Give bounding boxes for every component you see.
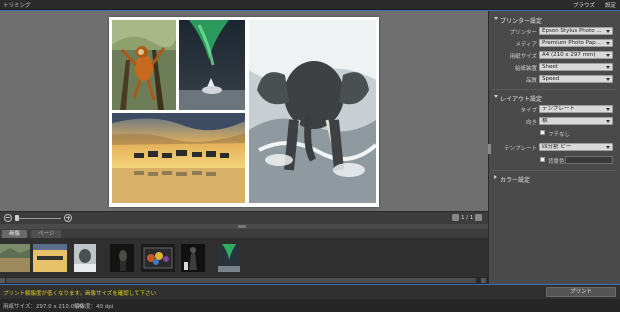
collapse-panel-handle[interactable] xyxy=(488,144,491,154)
paper-source-select[interactable]: Sheet xyxy=(539,63,613,71)
warning-bar: プリント解像度が低くなります。画像サイズを確認して下さい プリント xyxy=(0,285,620,299)
dropdown-arrow-icon xyxy=(606,108,610,111)
zoom-out-icon[interactable] xyxy=(4,214,12,222)
window-title: トリミング xyxy=(3,3,31,9)
thumbnail-flowers[interactable] xyxy=(141,244,175,272)
thumbnail-zebras[interactable] xyxy=(33,244,67,272)
thumbnail-elephant[interactable] xyxy=(74,244,96,272)
expand-triangle-icon[interactable] xyxy=(494,17,498,20)
dropdown-arrow-icon xyxy=(606,146,610,149)
scroll-left-icon[interactable] xyxy=(0,278,5,283)
type-label: タイプ xyxy=(520,108,537,114)
resolution-warning: プリント解像度が低くなります。画像サイズを確認して下さい xyxy=(3,291,157,297)
orientation-label: 向き xyxy=(525,120,537,126)
quality-label: 品質 xyxy=(525,78,537,84)
background-color-picker[interactable] xyxy=(565,156,613,164)
tab-bar: 画像 ページ xyxy=(0,229,488,238)
media-select[interactable]: Premium Photo Pap... xyxy=(539,39,613,47)
filmstrip-scrollbar[interactable] xyxy=(0,277,488,284)
paper-sheet xyxy=(109,17,379,207)
thumbnail-landscape[interactable] xyxy=(0,244,30,272)
thumbnail-aurora[interactable] xyxy=(218,244,240,272)
thumbnail-dark-portrait[interactable] xyxy=(110,244,134,272)
zoom-slider-thumb[interactable] xyxy=(15,215,20,221)
photo-zebras[interactable] xyxy=(112,113,245,203)
dropdown-arrow-icon xyxy=(606,30,610,33)
paper-size-info: 用紙サイズ：297.0 x 210.0 (A) xyxy=(3,304,84,310)
info-bar: 用紙サイズ：297.0 x 210.0 (A) 解像度：40 dpi xyxy=(0,299,620,312)
paper-size-label: 用紙サイズ xyxy=(509,54,537,60)
photo-elephant[interactable] xyxy=(249,20,376,203)
template-label: テンプレート xyxy=(504,146,537,152)
scroll-right-icon[interactable] xyxy=(481,278,486,283)
template-select[interactable]: 四分割 ピー xyxy=(539,143,613,151)
page-indicator: 1 / 1 xyxy=(461,214,474,221)
menu-settings[interactable]: 設定 xyxy=(605,1,616,9)
top-menu: ブラウズ 設定 xyxy=(573,1,616,9)
collapsed-triangle-icon[interactable] xyxy=(494,175,497,179)
aurora-image xyxy=(179,20,245,110)
monkey-image xyxy=(112,20,176,110)
prev-page-button[interactable] xyxy=(452,214,459,221)
menu-browse[interactable]: ブラウズ xyxy=(573,1,595,9)
layout-settings-header[interactable]: レイアウト設定 xyxy=(494,94,543,103)
tab-pages[interactable]: ページ xyxy=(31,230,62,238)
zoom-bar: 1 / 1 xyxy=(0,211,488,224)
background-color-label: 背景色 xyxy=(548,159,565,165)
section-separator xyxy=(492,89,616,90)
paper-size-select[interactable]: A4 (210 x 297 mm) xyxy=(539,51,613,59)
printer-select[interactable]: Epson Stylus Photo ... xyxy=(539,27,613,35)
color-settings-title: カラー設定 xyxy=(500,177,531,184)
expand-triangle-icon[interactable] xyxy=(494,95,498,98)
dropdown-arrow-icon xyxy=(606,42,610,45)
borderless-label: フチなし xyxy=(548,132,571,138)
orientation-select[interactable]: 横 xyxy=(539,117,613,125)
zebras-image xyxy=(112,113,245,203)
dropdown-arrow-icon xyxy=(606,120,610,123)
printer-settings-title: プリンター設定 xyxy=(500,18,543,25)
background-color-checkbox[interactable] xyxy=(540,157,545,162)
title-bar: トリミング ブラウズ 設定 xyxy=(0,0,620,10)
paper-source-label: 給紙装置 xyxy=(514,66,537,72)
dropdown-arrow-icon xyxy=(606,54,610,57)
color-settings-header[interactable]: カラー設定 xyxy=(494,175,531,184)
photo-monkey[interactable] xyxy=(112,20,176,110)
resolution-info: 解像度：40 dpi xyxy=(74,304,114,310)
elephant-image xyxy=(249,20,376,203)
print-preview xyxy=(0,11,488,211)
page-navigator: 1 / 1 xyxy=(452,214,483,221)
quality-select[interactable]: Speed xyxy=(539,75,613,83)
tab-images[interactable]: 画像 xyxy=(2,230,28,238)
layout-settings-title: レイアウト設定 xyxy=(500,96,543,103)
media-label: メディア xyxy=(515,42,537,48)
printer-label: プリンター xyxy=(509,30,537,36)
printer-settings-header[interactable]: プリンター設定 xyxy=(494,16,543,25)
zoom-slider[interactable] xyxy=(15,218,61,219)
dropdown-arrow-icon xyxy=(606,66,610,69)
filmstrip xyxy=(0,238,488,277)
divider-grip-icon[interactable] xyxy=(238,225,246,228)
thumbnail-dark-figure[interactable] xyxy=(181,244,205,272)
zoom-in-icon[interactable] xyxy=(64,214,72,222)
print-button[interactable]: プリント xyxy=(546,287,616,297)
borderless-checkbox[interactable] xyxy=(540,130,545,135)
dropdown-arrow-icon xyxy=(606,78,610,81)
next-page-button[interactable] xyxy=(475,214,483,221)
photo-aurora[interactable] xyxy=(179,20,245,110)
type-select[interactable]: テンプレート xyxy=(539,105,613,113)
section-separator xyxy=(492,170,616,171)
scroll-thumb[interactable] xyxy=(6,278,476,283)
